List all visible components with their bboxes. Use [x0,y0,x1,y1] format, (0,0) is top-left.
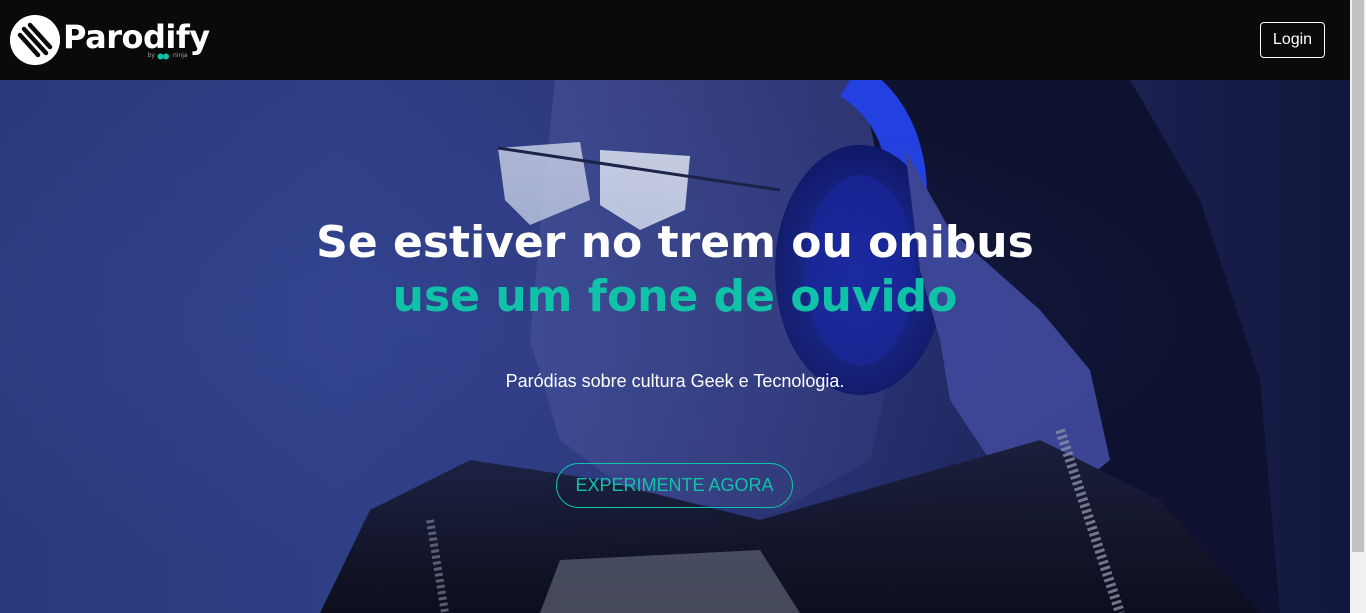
try-now-button[interactable]: EXPERIMENTE AGORA [556,463,793,508]
brand-by: by [147,52,155,59]
brand-subline: by ninja [63,52,188,60]
partner-logo-icon [157,53,169,59]
brand-partner: ninja [172,52,188,59]
hero-section: Se estiver no trem ou onibus use um fone… [0,80,1350,613]
hero-subtitle: Paródias sobre cultura Geek e Tecnologia… [505,371,845,391]
page: Parodify by ninja Login Se estiver no tr… [0,0,1366,613]
parodify-logo-icon [10,15,60,65]
scrollbar-thumb[interactable] [1352,0,1364,552]
headline-line2: use um fone de ouvido [392,271,958,322]
headline-line1: Se estiver no trem ou onibus [316,217,1034,268]
scrollbar[interactable] [1350,0,1366,613]
brand-name: Parodify [63,18,210,56]
hero-content: Se estiver no trem ou onibus use um fone… [0,80,1350,613]
brand-link[interactable]: Parodify by ninja [10,0,210,80]
navbar: Parodify by ninja Login [0,0,1350,80]
login-button[interactable]: Login [1260,22,1325,58]
